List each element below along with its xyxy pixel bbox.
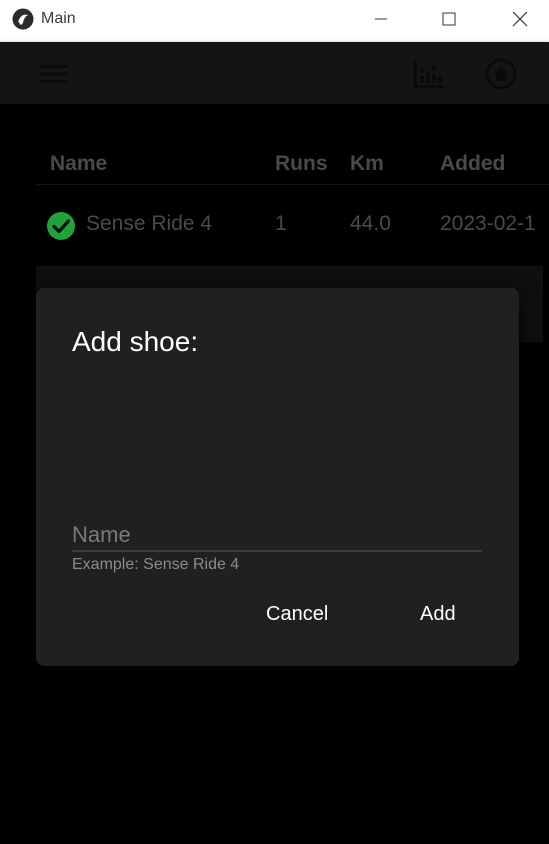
window-title: Main (41, 10, 76, 27)
hamburger-menu-icon (40, 65, 68, 83)
minimize-button[interactable] (358, 0, 404, 38)
close-icon (512, 11, 528, 27)
menu-button[interactable] (36, 61, 72, 87)
column-header-runs[interactable]: Runs (275, 152, 328, 176)
table-row[interactable]: Sense Ride 4 1 44.0 2023-02-1 (36, 185, 549, 265)
cancel-button[interactable]: Cancel (254, 594, 340, 634)
shoe-name-cell: Sense Ride 4 (86, 212, 213, 235)
name-input[interactable] (72, 520, 482, 552)
runs-cell: 1 (275, 212, 287, 235)
add-button[interactable]: Add (408, 594, 468, 634)
app-logo-icon (12, 8, 34, 30)
km-cell: 44.0 (350, 212, 391, 235)
close-button[interactable] (497, 0, 543, 38)
name-field (72, 520, 482, 554)
home-icon (485, 58, 517, 90)
check-circle-icon (47, 212, 75, 240)
column-header-km[interactable]: Km (350, 152, 384, 176)
column-header-added[interactable]: Added (440, 152, 505, 176)
dialog-title: Add shoe: (72, 326, 199, 357)
shoes-table: Name Runs Km Added Sense Ride 4 1 44.0 2… (36, 144, 549, 265)
table-header: Name Runs Km Added (36, 144, 549, 185)
maximize-button[interactable] (426, 0, 472, 38)
added-date-cell: 2023-02-1 (440, 212, 536, 235)
column-header-name[interactable]: Name (50, 152, 107, 176)
window-titlebar: Main (0, 0, 549, 42)
app-toolbar (0, 42, 549, 104)
bar-chart-icon (414, 61, 444, 88)
add-shoe-dialog: Add shoe: Example: Sense Ride 4 Cancel A… (36, 288, 519, 666)
name-helper-text: Example: Sense Ride 4 (72, 556, 240, 573)
statistics-button[interactable] (410, 57, 448, 91)
home-button[interactable] (484, 57, 518, 91)
maximize-icon (442, 12, 456, 26)
minimize-icon (375, 18, 387, 20)
